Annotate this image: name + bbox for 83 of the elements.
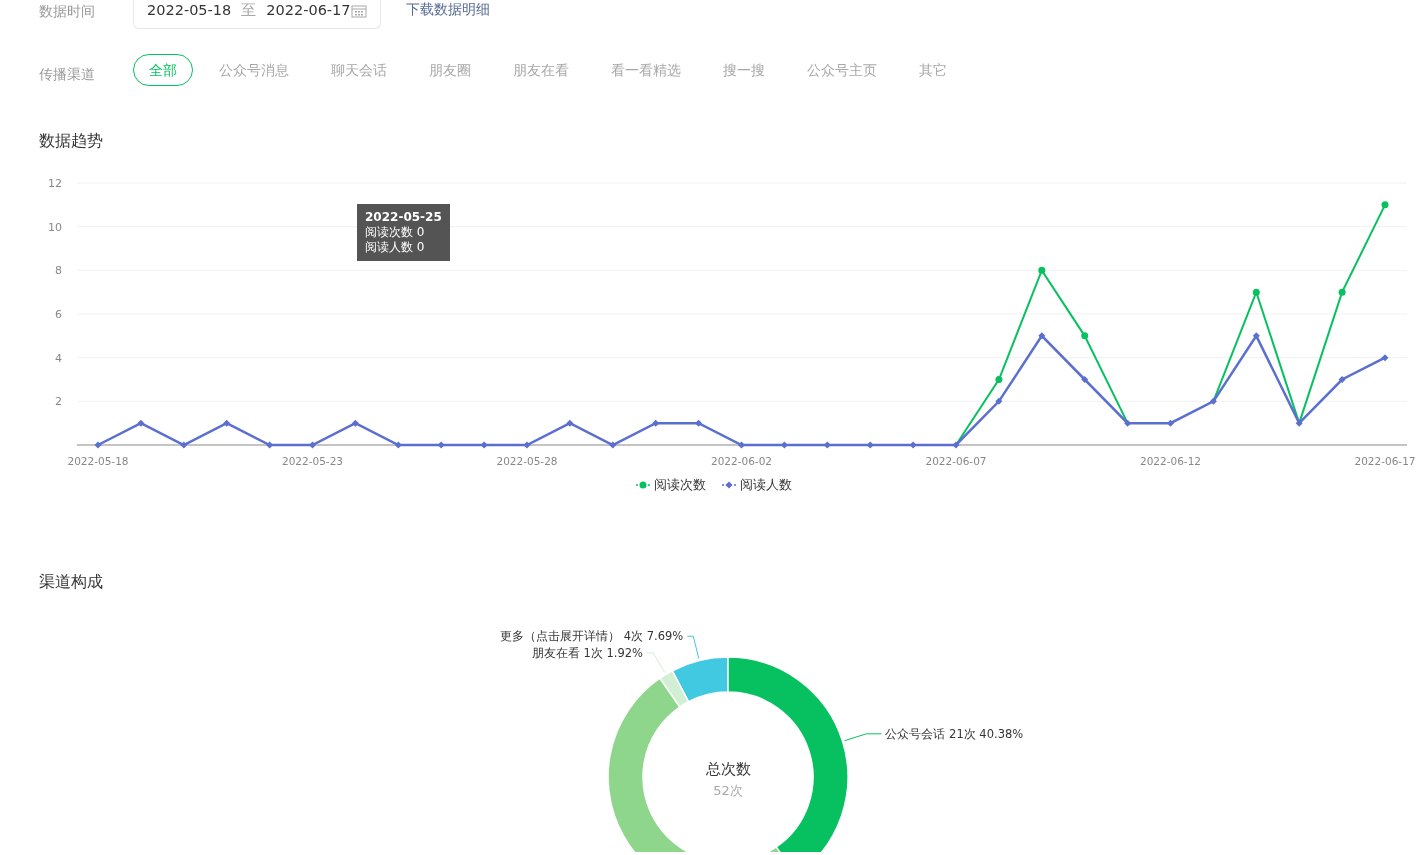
slice-label: 公众号会话 21次 40.38% bbox=[885, 726, 1024, 741]
data-point bbox=[1209, 398, 1217, 406]
data-point bbox=[480, 441, 488, 449]
donut-center-value: 52次 bbox=[713, 783, 743, 798]
date-end: 2022-06-17 bbox=[266, 1, 351, 21]
legend-label: 阅读人数 bbox=[740, 476, 792, 495]
data-point bbox=[909, 441, 917, 449]
donut-center-title: 总次数 bbox=[705, 760, 751, 778]
data-point bbox=[1381, 201, 1389, 209]
channel-tab[interactable]: 朋友在看 bbox=[497, 54, 585, 86]
axis-tick-label: 10 bbox=[48, 220, 62, 234]
leader-line bbox=[646, 652, 666, 674]
axis-tick-label: 2022-06-02 bbox=[711, 455, 772, 468]
data-point bbox=[309, 441, 316, 449]
data-point bbox=[995, 376, 1003, 384]
axis-tick-label: 2022-05-23 bbox=[282, 455, 343, 468]
field-label: 传播渠道 bbox=[39, 64, 96, 84]
data-point bbox=[652, 419, 660, 427]
slice-label: 更多（点击展开详情） 4次 7.69% bbox=[500, 629, 684, 644]
leader-line bbox=[686, 635, 700, 660]
axis-tick-label: 2022-06-12 bbox=[1140, 455, 1201, 468]
axis-tick-label: 8 bbox=[55, 264, 62, 278]
channel-tab[interactable]: 公众号主页 bbox=[791, 54, 893, 86]
legend-label: 阅读次数 bbox=[654, 476, 706, 495]
date-start: 2022-05-18 bbox=[147, 1, 232, 21]
data-point bbox=[1167, 419, 1174, 427]
legend-diamond-icon bbox=[722, 481, 736, 489]
channel-tab[interactable]: 搜一搜 bbox=[707, 54, 781, 86]
data-point bbox=[695, 419, 703, 427]
axis-tick-label: 4 bbox=[55, 351, 62, 365]
data-point bbox=[523, 441, 531, 449]
axis-tick-label: 2022-06-17 bbox=[1354, 455, 1416, 468]
section-title: 数据趋势 bbox=[39, 131, 104, 152]
data-point bbox=[609, 441, 617, 449]
data-point bbox=[1338, 376, 1346, 384]
data-point bbox=[1124, 419, 1132, 427]
leader-line bbox=[843, 733, 882, 742]
download-link[interactable]: 下载数据明细 bbox=[405, 0, 490, 20]
legend-dot-icon bbox=[636, 481, 650, 489]
channel-tab[interactable]: 看一看精选 bbox=[595, 54, 697, 86]
data-point bbox=[94, 441, 102, 449]
data-point bbox=[1252, 288, 1260, 296]
data-point bbox=[1252, 332, 1260, 340]
calendar-icon bbox=[350, 4, 367, 18]
tooltip-line: 阅读次数 0 bbox=[365, 225, 426, 241]
data-point bbox=[952, 441, 960, 449]
data-point bbox=[1038, 332, 1046, 340]
channel-tab[interactable]: 聊天会话 bbox=[315, 54, 403, 86]
axis-tick-label: 2022-06-07 bbox=[925, 455, 987, 468]
data-point bbox=[738, 441, 745, 449]
axis-tick-label: 2 bbox=[55, 395, 62, 409]
data-point bbox=[1338, 288, 1346, 296]
data-point bbox=[995, 398, 1003, 406]
data-point bbox=[351, 419, 359, 427]
data-point bbox=[866, 441, 874, 449]
data-point bbox=[266, 441, 274, 449]
data-point bbox=[180, 441, 188, 449]
axis-tick-label: 6 bbox=[55, 308, 62, 322]
date-separator: 至 bbox=[241, 1, 257, 21]
data-point bbox=[780, 441, 788, 449]
data-point bbox=[1081, 376, 1089, 384]
axis-tick-label: 12 bbox=[48, 177, 62, 191]
tooltip-title: 2022-05-25 bbox=[365, 210, 442, 226]
channel-tab[interactable]: 其它 bbox=[903, 54, 963, 86]
data-point bbox=[437, 441, 445, 449]
channel-tab[interactable]: 朋友圈 bbox=[413, 54, 487, 86]
data-point bbox=[1038, 267, 1046, 275]
data-point bbox=[1295, 419, 1303, 427]
slice-label: 朋友在看 1次 1.92% bbox=[531, 645, 643, 660]
axis-tick-label: 2022-05-18 bbox=[67, 455, 129, 468]
date-range-field[interactable]: 2022-05-18 至 2022-06-17 bbox=[133, 0, 381, 29]
channel-tab[interactable]: 公众号消息 bbox=[203, 54, 305, 86]
data-point bbox=[137, 419, 145, 427]
section-title: 渠道构成 bbox=[39, 571, 104, 593]
data-point bbox=[1081, 332, 1089, 340]
axis-tick-label: 2022-05-28 bbox=[496, 455, 558, 468]
data-point bbox=[566, 419, 574, 427]
tooltip-line: 阅读人数 0 bbox=[365, 240, 426, 256]
data-point bbox=[1381, 354, 1389, 362]
data-point bbox=[223, 419, 231, 427]
field-label: 数据时间 bbox=[39, 2, 96, 21]
data-point bbox=[823, 441, 831, 449]
data-point bbox=[394, 441, 402, 449]
